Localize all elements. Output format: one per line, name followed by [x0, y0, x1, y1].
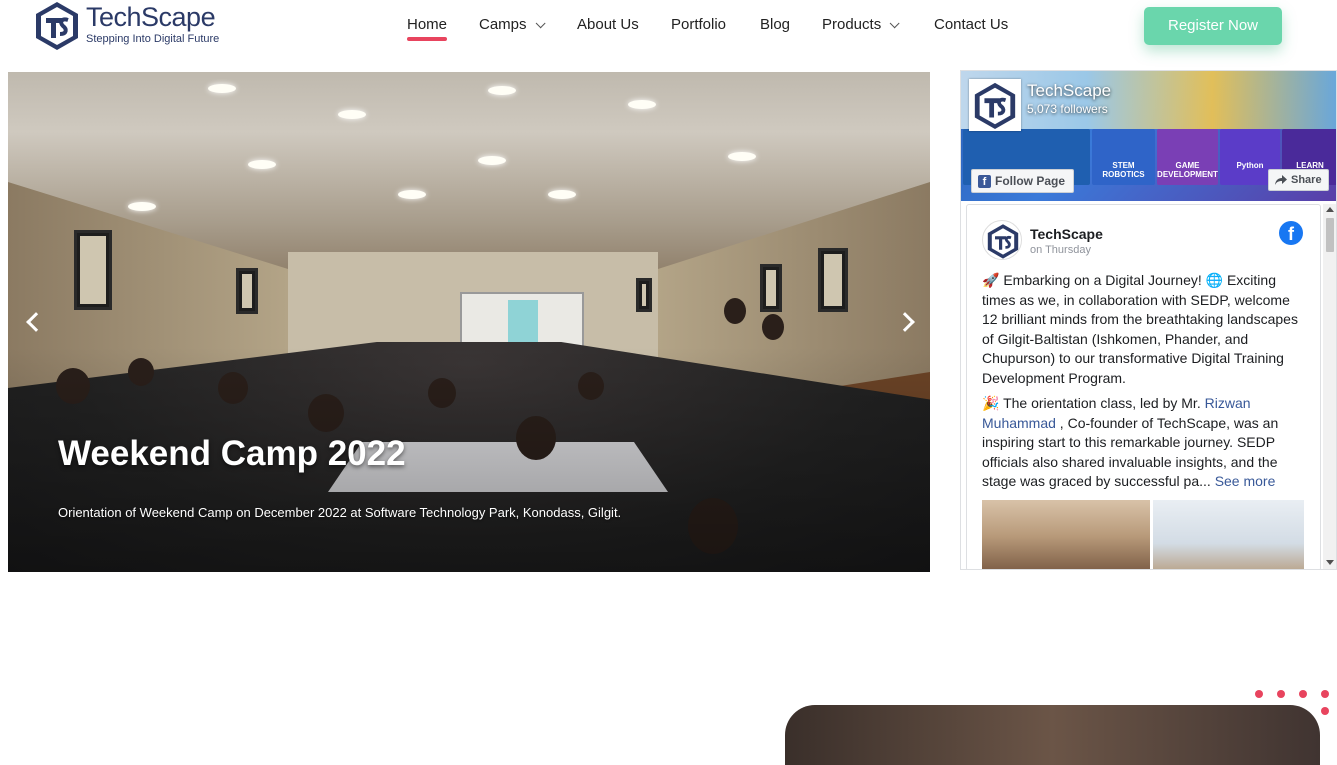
nav-products-label: Products — [822, 16, 882, 33]
slider-next-arrow-icon[interactable] — [895, 310, 919, 334]
post-paragraph: 🎉 The orientation class, led by Mr. Rizw… — [982, 394, 1307, 492]
logo-tagline: Stepping Into Digital Future — [86, 33, 220, 45]
nav-blog[interactable]: Blog — [760, 16, 790, 34]
section-image — [785, 705, 1320, 765]
facebook-cover-image[interactable]: STEM ROBOTICS GAME DEVELOPMENT Python LE… — [961, 71, 1336, 201]
nav-home-label: Home — [407, 16, 448, 33]
follow-page-label: Follow Page — [995, 174, 1066, 188]
follow-page-button[interactable]: f Follow Page — [971, 169, 1075, 193]
techscape-logo-icon — [987, 224, 1019, 259]
nav-portfolio[interactable]: Portfolio — [671, 16, 726, 34]
scroll-thumb[interactable] — [1326, 218, 1334, 252]
nav-camps-label: Camps — [479, 16, 527, 33]
register-now-button[interactable]: Register Now — [1144, 7, 1282, 45]
nav-contact-label: Contact Us — [934, 16, 1009, 33]
nav-home[interactable]: Home — [407, 16, 448, 41]
facebook-f-icon: f — [978, 174, 991, 188]
slide-overlay — [8, 72, 930, 572]
slide-caption: Orientation of Weekend Camp on December … — [58, 505, 622, 520]
share-label: Share — [1291, 174, 1322, 186]
facebook-page-widget: STEM ROBOTICS GAME DEVELOPMENT Python LE… — [960, 70, 1337, 570]
nav-portfolio-label: Portfolio — [671, 16, 727, 33]
scroll-up-arrow-icon[interactable] — [1326, 207, 1334, 212]
nav-contact-us[interactable]: Contact Us — [934, 16, 1008, 34]
facebook-feed[interactable]: TechScape on Thursday f 🚀 Embarking on a… — [966, 204, 1321, 569]
post-photo[interactable] — [1153, 500, 1304, 569]
share-button[interactable]: Share — [1268, 169, 1329, 191]
nav-blog-label: Blog — [760, 16, 791, 33]
post-photo[interactable] — [982, 500, 1150, 569]
post-text: 🎉 The orientation class, led by Mr. — [982, 395, 1205, 411]
post-author-avatar[interactable] — [982, 220, 1022, 260]
facebook-logo-icon[interactable]: f — [1279, 221, 1303, 245]
decorative-dots — [1250, 686, 1337, 720]
cover-tile: GAME DEVELOPMENT — [1157, 129, 1218, 185]
nav-products[interactable]: Products — [822, 16, 900, 34]
share-arrow-icon — [1275, 175, 1287, 185]
post-body: 🚀 Embarking on a Digital Journey! 🌐 Exci… — [982, 271, 1307, 498]
chevron-down-icon — [889, 18, 900, 29]
techscape-logo-icon — [974, 82, 1016, 129]
hero-slider: Weekend Camp 2022 Orientation of Weekend… — [8, 72, 930, 572]
site-header: TechScape Stepping Into Digital Future H… — [0, 0, 1337, 70]
dot — [1255, 690, 1263, 698]
feed-scrollbar[interactable] — [1323, 204, 1336, 569]
see-more-link[interactable]: See more — [1215, 473, 1276, 489]
post-paragraph: 🚀 Embarking on a Digital Journey! 🌐 Exci… — [982, 272, 1298, 386]
post-timestamp[interactable]: on Thursday — [1030, 244, 1091, 256]
nav-camps[interactable]: Camps — [479, 16, 546, 34]
nav-about-us[interactable]: About Us — [577, 16, 639, 34]
facebook-page-name[interactable]: TechScape — [1027, 81, 1111, 101]
facebook-followers-count: 5,073 followers — [1027, 102, 1108, 116]
dot — [1299, 690, 1307, 698]
slide-title: Weekend Camp 2022 — [58, 434, 406, 473]
logo-name: TechScape — [86, 2, 216, 32]
techscape-logo-icon — [36, 2, 78, 50]
chevron-down-icon — [535, 18, 546, 29]
facebook-page-avatar[interactable] — [969, 79, 1021, 131]
post-author-name[interactable]: TechScape — [1030, 226, 1103, 242]
cover-tile: STEM ROBOTICS — [1092, 129, 1155, 185]
dot — [1277, 690, 1285, 698]
slider-prev-arrow-icon[interactable] — [20, 310, 44, 334]
site-logo[interactable]: TechScape Stepping Into Digital Future — [32, 0, 219, 52]
nav-about-label: About Us — [577, 16, 639, 33]
dot — [1321, 707, 1329, 715]
dot — [1321, 690, 1329, 698]
scroll-down-arrow-icon[interactable] — [1326, 560, 1334, 565]
